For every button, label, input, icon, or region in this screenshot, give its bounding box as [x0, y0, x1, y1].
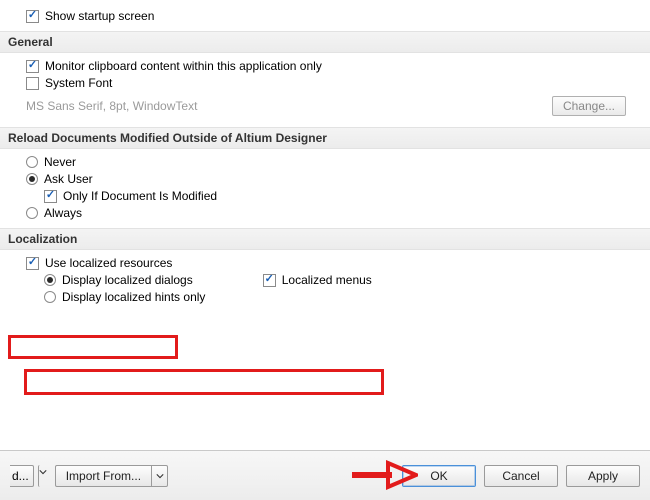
reload-never-row[interactable]: Never	[10, 155, 640, 169]
display-hints-row[interactable]: Display localized hints only	[10, 290, 640, 304]
reload-always-label: Always	[44, 206, 82, 220]
change-font-button[interactable]: Change...	[552, 96, 626, 116]
chevron-down-icon	[39, 468, 47, 476]
import-from-caret[interactable]	[152, 465, 168, 487]
import-from-button[interactable]: Import From...	[55, 465, 152, 487]
use-localized-row[interactable]: Use localized resources	[10, 256, 640, 270]
show-startup-label: Show startup screen	[45, 9, 154, 23]
localized-menus-checkbox[interactable]	[263, 274, 276, 287]
only-if-label: Only If Document Is Modified	[63, 189, 217, 203]
chevron-down-icon	[156, 472, 164, 480]
show-startup-row[interactable]: Show startup screen	[10, 9, 640, 23]
font-sample-row: MS Sans Serif, 8pt, WindowText Change...	[10, 93, 640, 119]
monitor-clipboard-checkbox[interactable]	[26, 60, 39, 73]
system-font-label: System Font	[45, 76, 112, 90]
use-localized-checkbox[interactable]	[26, 257, 39, 270]
section-general: General	[0, 31, 650, 53]
reload-ask-row[interactable]: Ask User	[10, 172, 640, 186]
only-if-checkbox[interactable]	[44, 190, 57, 203]
monitor-clipboard-row[interactable]: Monitor clipboard content within this ap…	[10, 59, 640, 73]
monitor-clipboard-label: Monitor clipboard content within this ap…	[45, 59, 322, 73]
use-localized-label: Use localized resources	[45, 256, 172, 270]
cancel-button[interactable]: Cancel	[484, 465, 558, 487]
reload-ask-label: Ask User	[44, 172, 93, 186]
system-font-checkbox[interactable]	[26, 77, 39, 90]
truncated-split-button[interactable]: d...	[10, 465, 47, 487]
display-hints-radio[interactable]	[44, 291, 56, 303]
apply-button[interactable]: Apply	[566, 465, 640, 487]
truncated-caret[interactable]	[38, 465, 47, 487]
reload-never-label: Never	[44, 155, 76, 169]
display-dialogs-label: Display localized dialogs	[62, 273, 193, 287]
display-dialogs-radio[interactable]	[44, 274, 56, 286]
reload-ask-radio[interactable]	[26, 173, 38, 185]
import-from-split-button[interactable]: Import From...	[55, 465, 168, 487]
options-scroll-area: Show startup screen General Monitor clip…	[0, 0, 650, 450]
reload-never-radio[interactable]	[26, 156, 38, 168]
font-sample-text: MS Sans Serif, 8pt, WindowText	[26, 99, 197, 113]
section-localization: Localization	[0, 228, 650, 250]
dialog-footer: d... Import From... OK Cancel Apply	[0, 450, 650, 500]
display-hints-label: Display localized hints only	[62, 290, 205, 304]
only-if-row[interactable]: Only If Document Is Modified	[10, 189, 640, 203]
localized-menus-label: Localized menus	[282, 273, 372, 287]
reload-always-radio[interactable]	[26, 207, 38, 219]
show-startup-checkbox[interactable]	[26, 10, 39, 23]
ok-button[interactable]: OK	[402, 465, 476, 487]
section-reload: Reload Documents Modified Outside of Alt…	[0, 127, 650, 149]
localized-sub-row: Display localized dialogs Localized menu…	[10, 273, 640, 287]
reload-always-row[interactable]: Always	[10, 206, 640, 220]
system-font-row[interactable]: System Font	[10, 76, 640, 90]
truncated-button-stub[interactable]: d...	[10, 465, 34, 487]
